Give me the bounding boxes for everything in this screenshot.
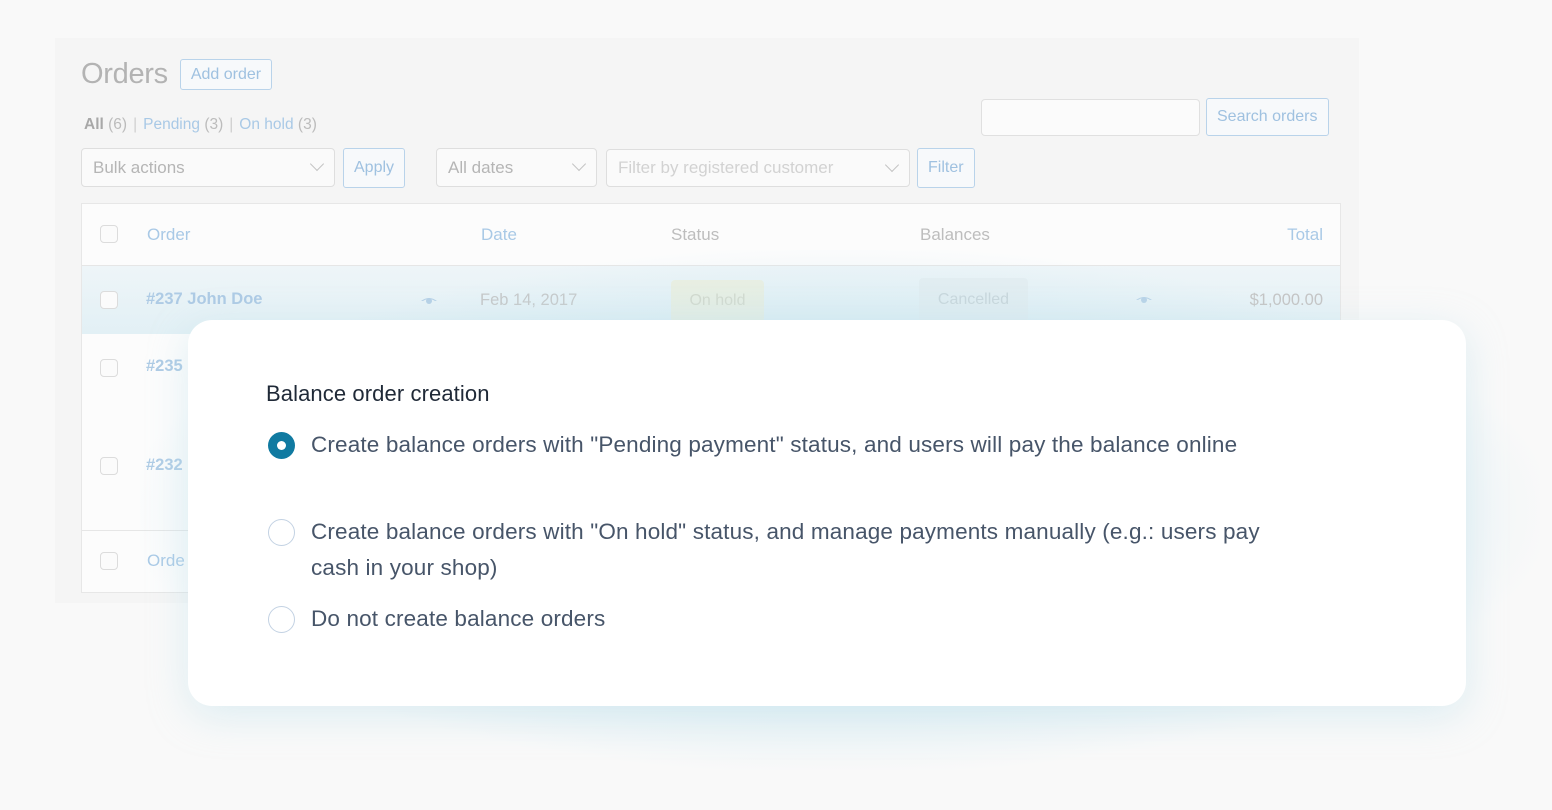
filter-button[interactable]: Filter [917,148,975,188]
chevron-down-icon [571,156,587,172]
customer-filter-placeholder: Filter by registered customer [618,158,834,177]
radio-selected[interactable] [268,432,295,459]
row-checkbox[interactable] [100,291,118,309]
column-balances: Balances [920,225,990,244]
order-link[interactable]: #237 John Doe [146,290,262,309]
radio-unselected[interactable] [268,519,295,546]
date-filter-value: All dates [448,157,514,177]
view-on-hold[interactable]: On hold (3) [239,116,317,133]
setting-heading: Balance order creation [266,381,490,406]
chevron-down-icon [309,156,325,172]
option-label: Do not create balance orders [311,606,606,631]
select-all-checkbox-footer[interactable] [100,552,118,570]
add-order-button[interactable]: Add order [179,59,273,90]
option-label: Create balance orders with "Pending paym… [311,432,1238,457]
balance-status-badge: Cancelled [919,278,1028,322]
row-checkbox[interactable] [100,457,118,475]
column-order-footer[interactable]: Orde [147,551,185,571]
balance-order-settings-card: Balance order creation Create balance or… [188,320,1466,706]
option-do-not-create[interactable]: Do not create balance orders [268,601,1311,637]
view-all[interactable]: All (6) [84,116,127,133]
status-badge: On hold [671,280,764,322]
option-pending-payment[interactable]: Create balance orders with "Pending paym… [268,427,1271,463]
search-orders-button[interactable]: Search orders [1206,98,1329,136]
column-order[interactable]: Order [147,225,190,245]
row-checkbox[interactable] [100,359,118,377]
option-label: Create balance orders with "On hold" sta… [311,519,1260,580]
eye-icon[interactable] [1136,295,1152,305]
column-total[interactable]: Total [1287,225,1323,245]
view-pending[interactable]: Pending (3) [143,116,223,133]
column-status: Status [671,225,720,244]
page-title: Orders [81,58,168,90]
column-date[interactable]: Date [481,225,517,245]
bulk-actions-value: Bulk actions [93,157,185,177]
radio-unselected[interactable] [268,606,295,633]
date-filter-select[interactable]: All dates [436,148,597,187]
bulk-actions-select[interactable]: Bulk actions [81,148,335,187]
table-header: Order Date Status Balances Total [82,204,1340,266]
order-link[interactable]: #232 [146,456,183,475]
search-orders-input[interactable] [981,99,1200,136]
chevron-down-icon [884,157,900,173]
order-total: $1,000.00 [1249,291,1323,309]
customer-filter-select[interactable]: Filter by registered customer [606,149,910,187]
order-views: All (6) | Pending (3) | On hold (3) [84,116,317,133]
eye-icon[interactable] [421,296,437,306]
page-header: Orders Add order [81,58,273,91]
order-link[interactable]: #235 [146,357,183,376]
select-all-checkbox[interactable] [100,225,118,243]
apply-button[interactable]: Apply [343,148,406,188]
order-date: Feb 14, 2017 [480,291,578,309]
option-on-hold[interactable]: Create balance orders with "On hold" sta… [268,514,1311,586]
